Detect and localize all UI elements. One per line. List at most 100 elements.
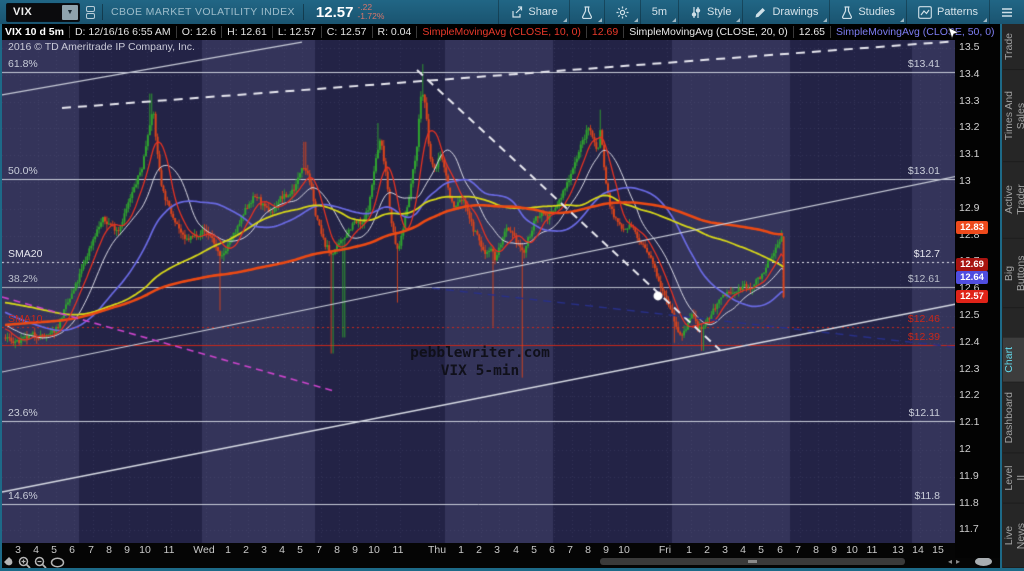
zoom-in-icon[interactable] (18, 556, 31, 569)
price-tick: 12.4 (959, 335, 980, 348)
price-bubble: 12.69 (956, 258, 988, 272)
time-tick: Fri (658, 544, 672, 556)
study-sma10-value: 12.69 (587, 26, 625, 38)
link-chart-icon[interactable] (86, 5, 95, 19)
scrollbar-thumb[interactable] (748, 560, 757, 563)
drawings-button[interactable]: Drawings (742, 0, 829, 24)
time-tick: 14 (912, 544, 924, 556)
time-tick: 7 (795, 544, 801, 556)
sidebar-tab-level-ii[interactable]: Level II (1003, 453, 1024, 504)
study-sma20-value: 12.65 (794, 26, 832, 38)
price-tick: 12.9 (959, 201, 980, 214)
sidebar-tab-dashboard[interactable]: Dashboard (1003, 382, 1024, 454)
time-tick: 2 (704, 544, 710, 556)
menu-button[interactable] (989, 0, 1024, 24)
scroll-arrows[interactable]: ◂▸ (948, 557, 964, 566)
top-toolbar: VIX ▼ CBOE MARKET VOLATILITY INDEX 12.57… (0, 0, 1024, 24)
time-tick: 4 (513, 544, 519, 556)
trading-app-window: VIX ▼ CBOE MARKET VOLATILITY INDEX 12.57… (0, 0, 1024, 571)
mouse-cursor (948, 27, 959, 40)
legend-open: O: 12.6 (177, 26, 223, 38)
sidebar-tab-live-news[interactable]: Live News (1003, 503, 1024, 568)
time-tick: 11 (866, 544, 878, 556)
time-tick: 1 (225, 544, 231, 556)
time-tick: 11 (163, 544, 175, 556)
sidebar-tab-chart[interactable]: Chart (1003, 338, 1024, 383)
time-tick: 5 (51, 544, 57, 556)
time-tick: 11 (392, 544, 404, 556)
time-tick: 7 (88, 544, 94, 556)
price-tick: 13.3 (959, 94, 980, 107)
time-tick: 3 (261, 544, 267, 556)
settings-button[interactable] (603, 0, 640, 24)
time-tick: 10 (139, 544, 151, 556)
price-tick: 11.7 (959, 523, 979, 536)
price-tick: 11.8 (959, 496, 979, 509)
study-sma50-label[interactable]: SimpleMovingAvg (CLOSE, 50, 0) (831, 26, 1000, 38)
price-bubble: 12.57 (956, 290, 988, 304)
sidebar-tab-big-buttons[interactable]: Big Buttons (1003, 238, 1024, 309)
time-tick: 6 (549, 544, 555, 556)
tools-button[interactable] (568, 0, 604, 24)
drawings-label: Drawings (772, 6, 819, 18)
pencil-icon (755, 7, 766, 17)
patterns-icon (918, 5, 932, 19)
symbol-dropdown[interactable]: VIX ▼ (6, 2, 80, 22)
flask-icon (842, 5, 853, 19)
watermark-line1: pebblewriter.com (410, 345, 550, 361)
price-tick: 13.5 (959, 41, 980, 53)
studies-label: Studies (858, 6, 896, 18)
studies-button[interactable]: Studies (829, 0, 906, 24)
watermark: pebblewriter.com VIX 5-min (380, 344, 580, 380)
horizontal-scrollbar[interactable] (600, 558, 905, 565)
expand-button[interactable] (975, 557, 992, 566)
time-tick: 10 (618, 544, 630, 556)
time-tick: 3 (494, 544, 500, 556)
gear-icon (616, 6, 629, 18)
time-tick: Thu (427, 544, 447, 556)
instrument-title: CBOE MARKET VOLATILITY INDEX (111, 6, 295, 18)
bottom-bar: ◂▸ (0, 556, 1000, 569)
time-tick: 2 (476, 544, 482, 556)
legend-range: R: 0.04 (373, 26, 418, 38)
study-sma20-label[interactable]: SimpleMovingAvg (CLOSE, 20, 0) (624, 26, 794, 38)
style-button[interactable]: Style (678, 0, 742, 24)
share-button[interactable]: Share (498, 0, 568, 24)
time-tick: 4 (279, 544, 285, 556)
time-tick: 7 (567, 544, 573, 556)
time-tick: 13 (892, 544, 904, 556)
study-sma10-label[interactable]: SimpleMovingAvg (CLOSE, 10, 0) (417, 26, 587, 38)
price-chart[interactable] (2, 40, 955, 543)
time-axis[interactable]: 3 4 5 6 7 8 9 10 11 Wed 1 2 3 4 5 7 8 9 10 11 Thu 1 2 3 4 5 6 7 8 9 10… (0, 543, 955, 556)
menu-icon (1002, 7, 1012, 17)
sidebar-tab-rail: Trade Times And Sales Active Trader Big But… (1000, 24, 1024, 568)
time-tick: 5 (758, 544, 764, 556)
sidebar-tab-active-trader[interactable]: Active Trader (1003, 162, 1024, 239)
chart-legend-row: VIX 10 d 5m D: 12/16/16 6:55 AM O: 12.6 … (0, 24, 1000, 40)
time-tick: 6 (69, 544, 75, 556)
time-tick: Wed (193, 544, 215, 556)
price-axis[interactable]: 13.513.413.313.213.11312.912.812.712.612… (955, 24, 1000, 558)
sidebar-tab-trade[interactable]: Trade (1003, 24, 1024, 71)
sidebar-tab-times-and-sales[interactable]: Times And Sales (1003, 70, 1024, 163)
flask-icon (581, 5, 592, 19)
patterns-button[interactable]: Patterns (906, 0, 989, 24)
reset-zoom-icon[interactable] (50, 557, 65, 568)
watermark-line2: VIX 5-min (440, 363, 520, 379)
time-tick: 8 (585, 544, 591, 556)
time-tick: 7 (316, 544, 322, 556)
time-tick: 10 (846, 544, 858, 556)
style-icon (691, 6, 701, 18)
time-tick: 9 (603, 544, 609, 556)
time-tick: 4 (740, 544, 746, 556)
chevron-down-icon[interactable]: ▼ (62, 4, 78, 20)
zoom-out-icon[interactable] (34, 556, 47, 569)
time-tick: 3 (15, 544, 21, 556)
price-bubble: 12.83 (956, 220, 988, 234)
share-label: Share (528, 6, 558, 18)
time-tick: 9 (831, 544, 837, 556)
timeframe-button[interactable]: 5m (639, 0, 678, 24)
price-tick: 12 (959, 443, 971, 455)
price-tick: 11.9 (959, 469, 979, 482)
pan-icon[interactable] (3, 556, 15, 568)
